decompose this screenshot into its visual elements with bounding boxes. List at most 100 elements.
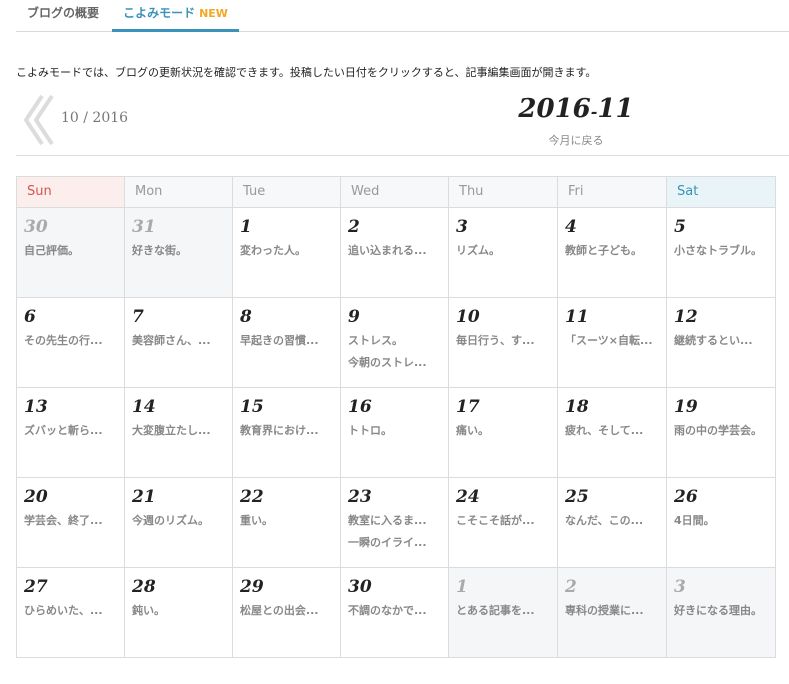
post-title-link[interactable]: 一瞬のイライ...: [348, 532, 442, 554]
post-title-link[interactable]: 学芸会、終了...: [24, 510, 118, 532]
post-title-link[interactable]: 疲れ、そして...: [565, 420, 660, 442]
post-title-link[interactable]: 重い。: [240, 510, 334, 532]
post-title-link[interactable]: 教育界におけ...: [240, 420, 334, 442]
calendar-day-cell[interactable]: 21 今週のリズム。: [125, 478, 233, 568]
calendar-day-cell[interactable]: 9 ストレス。 今朝のストレ...: [341, 298, 449, 388]
day-number: 27: [24, 577, 48, 597]
calendar-day-cell[interactable]: 4 教師と子ども。: [558, 208, 667, 298]
tab-calendar-mode[interactable]: こよみモード NEW: [112, 0, 239, 32]
chevron-left-icon[interactable]: [20, 94, 60, 146]
post-title-link[interactable]: 好きな街。: [132, 240, 226, 262]
calendar-day-cell[interactable]: 17 痛い。: [449, 388, 558, 478]
weekday-header: Fri: [558, 177, 667, 208]
calendar-day-cell[interactable]: 5 小さなトラブル。: [667, 208, 776, 298]
calendar-day-cell[interactable]: 2 追い込まれる...: [341, 208, 449, 298]
calendar-day-cell[interactable]: 30 自己評価。: [17, 208, 125, 298]
calendar-day-cell[interactable]: 22 重い。: [233, 478, 341, 568]
post-title-link[interactable]: 大変腹立たし...: [132, 420, 226, 442]
post-title-link[interactable]: トトロ。: [348, 420, 442, 442]
post-title-link[interactable]: 松屋との出会...: [240, 600, 334, 622]
post-title-link[interactable]: 継続するとい...: [674, 330, 769, 352]
calendar-day-cell[interactable]: 31 好きな街。: [125, 208, 233, 298]
post-title-link[interactable]: 変わった人。: [240, 240, 334, 262]
post-title-link[interactable]: とある記事を...: [456, 600, 551, 622]
post-title-link[interactable]: 小さなトラブル。: [674, 240, 769, 262]
calendar-day-cell[interactable]: 30 不調のなかで...: [341, 568, 449, 658]
day-number: 2: [565, 577, 577, 597]
tab-blog-overview[interactable]: ブログの概要: [16, 0, 110, 31]
post-title-link[interactable]: ズバッと斬ら...: [24, 420, 118, 442]
day-number: 6: [24, 307, 36, 327]
calendar-day-cell[interactable]: 8 早起きの習慣...: [233, 298, 341, 388]
calendar-day-cell[interactable]: 1 とある記事を...: [449, 568, 558, 658]
post-title-link[interactable]: 教師と子ども。: [565, 240, 660, 262]
calendar-day-cell[interactable]: 6 その先生の行...: [17, 298, 125, 388]
day-number: 30: [24, 217, 48, 237]
post-title-link[interactable]: リズム。: [456, 240, 551, 262]
post-title-link[interactable]: 今週のリズム。: [132, 510, 226, 532]
day-number: 10: [456, 307, 480, 327]
post-title-link[interactable]: 毎日行う、す...: [456, 330, 551, 352]
calendar-day-cell[interactable]: 26 4日間。: [667, 478, 776, 568]
post-title-link[interactable]: ひらめいた、...: [24, 600, 118, 622]
post-title-link[interactable]: 不調のなかで...: [348, 600, 442, 622]
post-title-link[interactable]: 「スーツ×自転...: [565, 330, 660, 352]
calendar-day-cell[interactable]: 20 学芸会、終了...: [17, 478, 125, 568]
calendar-day-cell[interactable]: 2 専科の授業に...: [558, 568, 667, 658]
day-number: 7: [132, 307, 144, 327]
calendar-day-cell[interactable]: 14 大変腹立たし...: [125, 388, 233, 478]
new-badge: NEW: [199, 7, 228, 20]
post-title-link[interactable]: 追い込まれる...: [348, 240, 442, 262]
calendar-day-cell[interactable]: 24 こそこそ話が...: [449, 478, 558, 568]
day-number: 8: [240, 307, 252, 327]
post-title-link[interactable]: 早起きの習慣...: [240, 330, 334, 352]
day-number: 20: [24, 487, 48, 507]
calendar-day-cell[interactable]: 12 継続するとい...: [667, 298, 776, 388]
calendar-day-cell[interactable]: 10 毎日行う、す...: [449, 298, 558, 388]
weekday-header: Sat: [667, 177, 776, 208]
day-number: 5: [674, 217, 686, 237]
back-to-this-month-link[interactable]: 今月に戻る: [480, 132, 672, 148]
calendar-day-cell[interactable]: 11 「スーツ×自転...: [558, 298, 667, 388]
day-number: 14: [132, 397, 156, 417]
post-title-link[interactable]: 鈍い。: [132, 600, 226, 622]
post-title-link[interactable]: 痛い。: [456, 420, 551, 442]
post-title-link[interactable]: 好きになる理由。: [674, 600, 769, 622]
day-number: 11: [565, 307, 589, 327]
day-number: 3: [456, 217, 468, 237]
calendar-grid: Sun Mon Tue Wed Thu Fri Sat 30 自己評価。 31 好きな街。 1 変わった…: [16, 176, 776, 658]
day-number: 16: [348, 397, 372, 417]
calendar-day-cell[interactable]: 19 雨の中の学芸会。: [667, 388, 776, 478]
calendar-day-cell[interactable]: 15 教育界におけ...: [233, 388, 341, 478]
post-title-link[interactable]: 4日間。: [674, 510, 769, 532]
calendar-day-cell[interactable]: 3 リズム。: [449, 208, 558, 298]
post-title-link[interactable]: 雨の中の学芸会。: [674, 420, 769, 442]
post-title-link[interactable]: 美容師さん、...: [132, 330, 226, 352]
calendar-day-cell[interactable]: 16 トトロ。: [341, 388, 449, 478]
calendar-day-cell[interactable]: 29 松屋との出会...: [233, 568, 341, 658]
post-title-link[interactable]: 専科の授業に...: [565, 600, 660, 622]
calendar-day-cell[interactable]: 1 変わった人。: [233, 208, 341, 298]
post-title-link[interactable]: こそこそ話が...: [456, 510, 551, 532]
post-title-link[interactable]: 教室に入るま...: [348, 510, 442, 532]
calendar-day-cell[interactable]: 28 鈍い。: [125, 568, 233, 658]
calendar-day-cell[interactable]: 13 ズバッと斬ら...: [17, 388, 125, 478]
calendar-day-cell[interactable]: 3 好きになる理由。: [667, 568, 776, 658]
post-title-link[interactable]: 今朝のストレ...: [348, 352, 442, 374]
post-title-link[interactable]: ストレス。: [348, 330, 442, 352]
weekday-header: Wed: [341, 177, 449, 208]
day-number: 4: [565, 217, 577, 237]
calendar-day-cell[interactable]: 27 ひらめいた、...: [17, 568, 125, 658]
day-number: 15: [240, 397, 264, 417]
weekday-header: Mon: [125, 177, 233, 208]
calendar-day-cell[interactable]: 23 教室に入るま... 一瞬のイライ...: [341, 478, 449, 568]
prev-month-link[interactable]: 10 / 2016: [61, 110, 128, 126]
calendar-day-cell[interactable]: 18 疲れ、そして...: [558, 388, 667, 478]
day-number: 19: [674, 397, 698, 417]
calendar-day-cell[interactable]: 7 美容師さん、...: [125, 298, 233, 388]
day-number: 26: [674, 487, 698, 507]
post-title-link[interactable]: なんだ、この...: [565, 510, 660, 532]
post-title-link[interactable]: 自己評価。: [24, 240, 118, 262]
calendar-day-cell[interactable]: 25 なんだ、この...: [558, 478, 667, 568]
post-title-link[interactable]: その先生の行...: [24, 330, 118, 352]
